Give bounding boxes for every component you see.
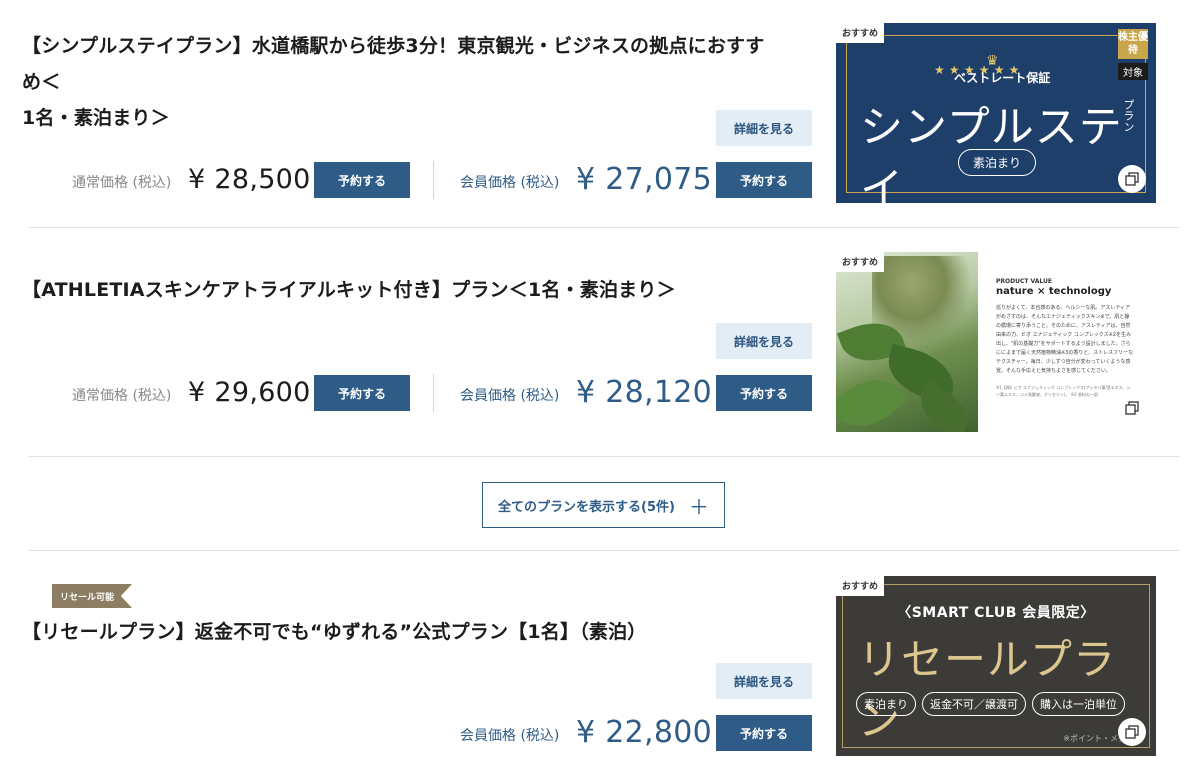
image-plan-vertical: プラン [1122, 99, 1135, 132]
recommend-badge: おすすめ [836, 252, 885, 272]
image-pill: 購入は一泊単位 [1032, 692, 1125, 716]
plant-photo [836, 252, 978, 432]
price-separator [433, 161, 434, 199]
plan-image-resale[interactable]: 〈SMART CLUB 会員限定〉 リセールプラン 素泊まり 返金不可／譲渡可 … [836, 576, 1156, 756]
reserve-button-member[interactable]: 予約する [716, 715, 812, 751]
detail-button[interactable]: 詳細を見る [716, 323, 812, 359]
member-price-value: ¥ 28,120 [576, 375, 712, 410]
recommend-badge: おすすめ [836, 23, 885, 43]
plan-title[interactable]: 【リセールプラン】返金不可でも“ゆずれる”公式プラン【1名】（素泊） [22, 614, 782, 650]
plan-title-line1[interactable]: 【シンプルステイプラン】水道橋駅から徒歩3分！東京観光・ビジネスの拠点におすすめ… [22, 28, 782, 100]
shareholder-badge: 株主優待 [1118, 29, 1148, 59]
plan-divider [28, 227, 1180, 228]
show-all-plans-button[interactable]: 全てのプランを表示する(5件) ＋ [482, 482, 725, 528]
member-price-value: ¥ 22,800 [576, 715, 712, 750]
regular-price-value: ¥ 29,600 [188, 377, 311, 408]
copy-icon[interactable] [1118, 165, 1146, 193]
regular-price-label: 通常価格 (税込) [72, 388, 172, 404]
nature-technology-text: nature × technology [996, 286, 1112, 297]
smart-club-header: 〈SMART CLUB 会員限定〉 [897, 605, 1095, 621]
reserve-button-regular[interactable]: 予約する [314, 375, 410, 411]
plan-divider [28, 550, 1180, 551]
recommend-badge: おすすめ [836, 576, 885, 596]
best-rate-text: ベストレート保証 [954, 71, 1051, 85]
plan-image-athletia[interactable]: PRODUCT VALUE nature × technology 巡りがよくて… [836, 252, 1156, 432]
image-main-text: リセールプラン [858, 635, 1117, 745]
plan-divider [28, 456, 1180, 457]
reserve-button-regular[interactable]: 予約する [314, 162, 410, 198]
image-pill: 返金不可／譲渡可 [922, 692, 1026, 716]
image-pills: 素泊まり 返金不可／譲渡可 購入は一泊単位 [856, 692, 1125, 716]
plan-image-simple-stay[interactable]: ♛ ★ ★ ★ ★ ★ ★ ベストレート保証 シンプルステイ プラン 素泊まり … [836, 23, 1156, 203]
detail-button[interactable]: 詳細を見る [716, 110, 812, 146]
image-pill: 素泊まり [856, 692, 916, 716]
member-price-label: 会員価格 (税込) [460, 728, 560, 744]
regular-price-label: 通常価格 (税込) [72, 175, 172, 191]
plan-title[interactable]: 【シンプルステイプラン】水道橋駅から徒歩3分！東京観光・ビジネスの拠点におすすめ… [22, 28, 782, 136]
resale-tag: リセール可能 [52, 584, 133, 608]
detail-button[interactable]: 詳細を見る [716, 663, 812, 699]
member-price-value: ¥ 27,075 [576, 162, 712, 197]
regular-price-value: ¥ 28,500 [188, 164, 311, 195]
reserve-button-member[interactable]: 予約する [716, 375, 812, 411]
plan-title-line2[interactable]: 1名・素泊まり＞ [22, 100, 782, 136]
copy-icon[interactable] [1118, 394, 1146, 422]
price-separator [433, 374, 434, 412]
image-pill: 素泊まり [958, 149, 1037, 176]
plan-title[interactable]: 【ATHLETIAスキンケアトライアルキット付き】プラン＜1名・素泊まり＞ [22, 272, 782, 308]
plus-icon: ＋ [688, 494, 709, 519]
reserve-button-member[interactable]: 予約する [716, 162, 812, 198]
member-price-label: 会員価格 (税込) [460, 175, 560, 191]
image-main-text: シンプルステイ [860, 103, 1123, 203]
product-description: 巡りがよくて、本也感のある、ヘルシーな肌。アスレティアがめざすのは、そんなエナジ… [996, 305, 1134, 374]
member-price-label: 会員価格 (税込) [460, 388, 560, 404]
product-footnote: ※1【株】ビオ エナジェティック コンプレックス(アシタバ葉/茎エキス、シソ葉エ… [996, 385, 1131, 397]
product-value-text: PRODUCT VALUE [996, 278, 1053, 285]
show-all-label: 全てのプランを表示する(5件) [498, 499, 675, 515]
copy-icon[interactable] [1118, 718, 1146, 746]
eligible-badge: 対象 [1118, 63, 1148, 80]
